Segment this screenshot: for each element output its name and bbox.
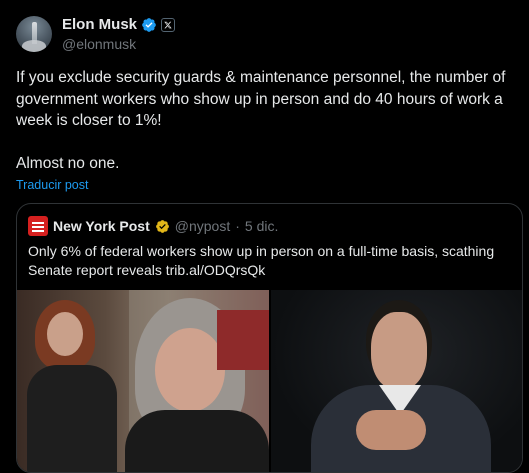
quoted-author-name[interactable]: New York Post <box>53 218 150 234</box>
tweet-paragraph-2: Almost no one. <box>16 154 120 172</box>
separator-dot: · <box>235 218 240 234</box>
author-name[interactable]: Elon Musk <box>62 16 137 33</box>
nypost-logo-icon <box>28 216 48 236</box>
x-logo-icon <box>161 17 176 32</box>
quoted-author-handle[interactable]: @nypost <box>175 218 230 234</box>
quoted-text: Only 6% of federal workers show up in pe… <box>28 243 495 278</box>
tweet-paragraph-1: If you exclude security guards & mainten… <box>16 69 506 129</box>
quoted-media[interactable] <box>17 290 522 472</box>
tweet-header: Elon Musk @elonmusk <box>16 13 516 53</box>
rocket-smoke-image <box>22 40 46 52</box>
quoted-date[interactable]: 5 dic. <box>245 218 278 234</box>
author-name-row: Elon Musk <box>62 16 176 33</box>
quoted-header: New York Post @nypost · 5 dic. <box>28 216 278 236</box>
tweet-text: If you exclude security guards & mainten… <box>16 67 521 174</box>
verified-badge-icon <box>142 17 156 32</box>
author-avatar[interactable] <box>16 16 52 52</box>
translate-link[interactable]: Traducir post <box>16 178 88 192</box>
photo-woman-press[interactable] <box>17 290 269 472</box>
author-handle[interactable]: @elonmusk <box>62 36 136 52</box>
gold-verified-icon <box>155 219 169 233</box>
quoted-tweet[interactable]: New York Post @nypost · 5 dic. Only 6% o… <box>16 203 523 473</box>
photo-elon-musk[interactable] <box>271 290 522 472</box>
